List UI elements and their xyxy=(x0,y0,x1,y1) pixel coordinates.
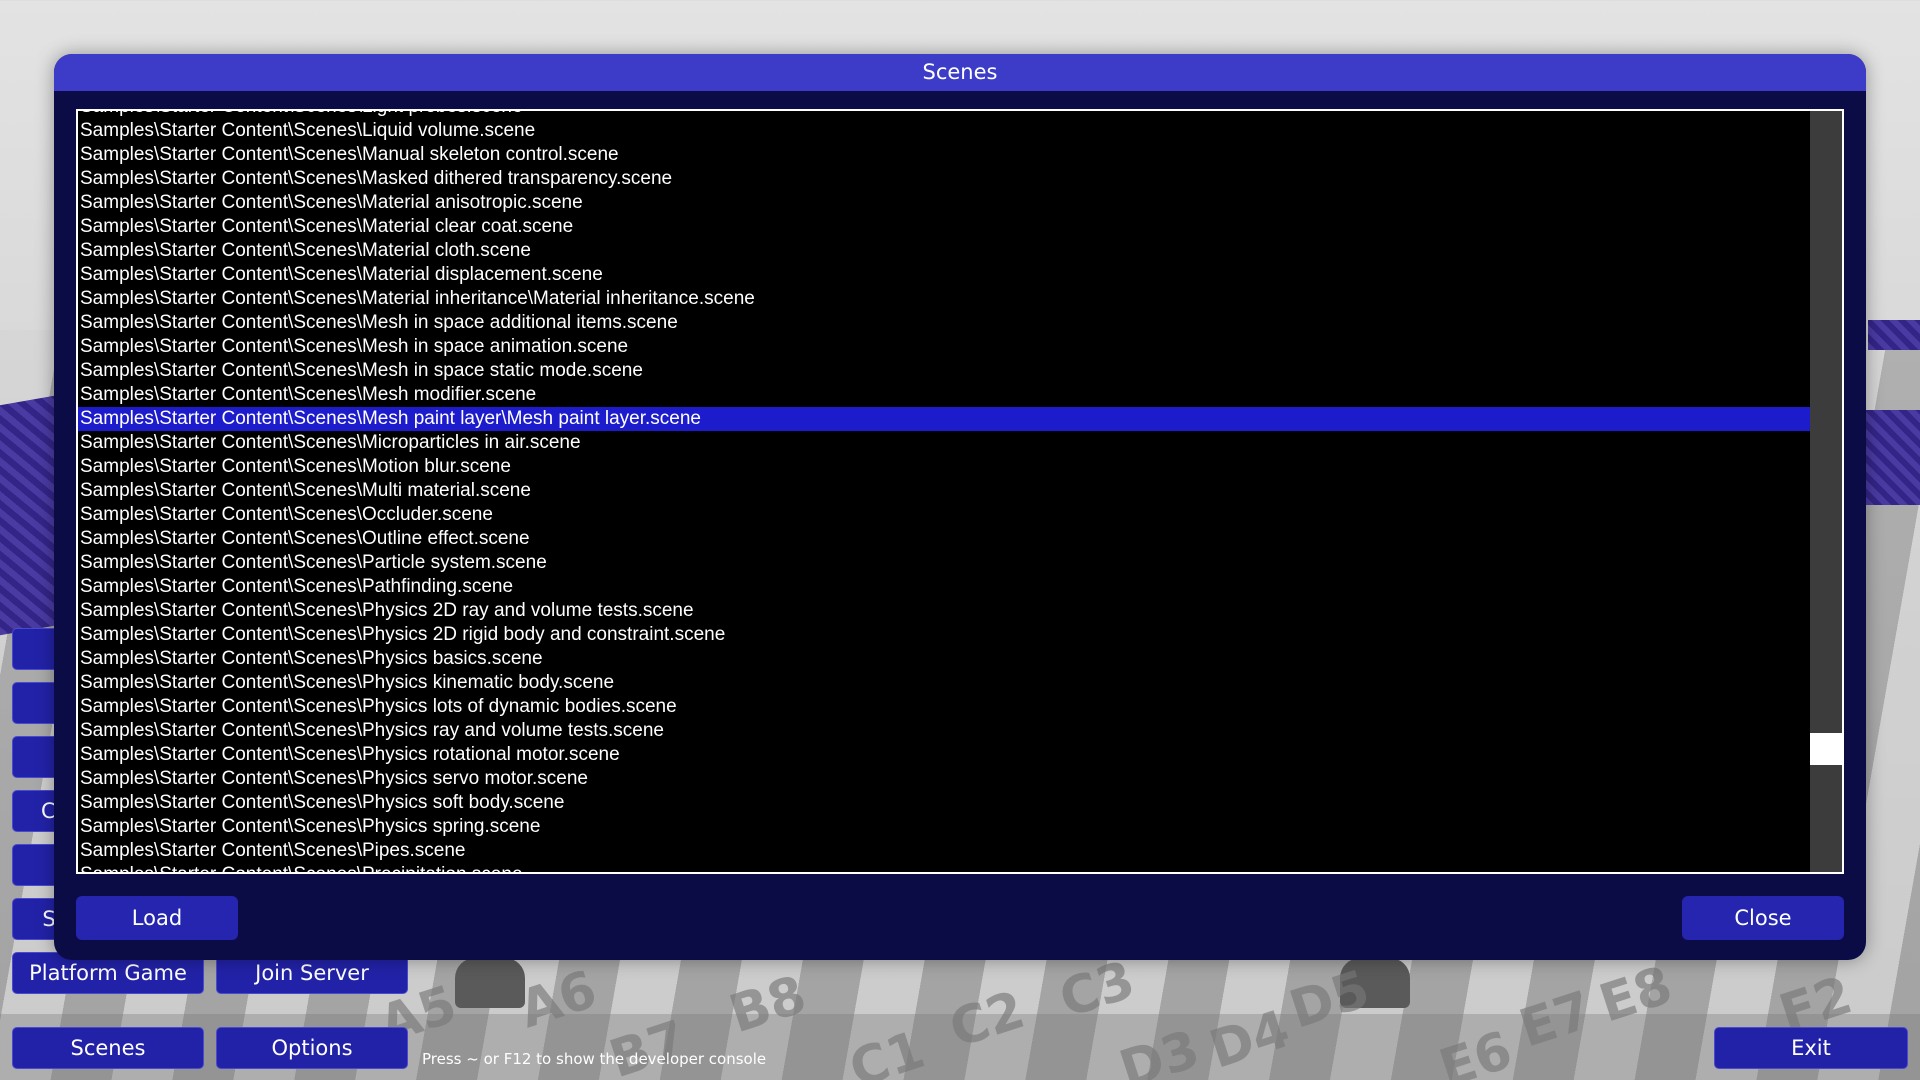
scene-list-item[interactable]: Samples\Starter Content\Scenes\Multi mat… xyxy=(78,479,1810,503)
dialog-title: Scenes xyxy=(54,54,1866,91)
scene-list-item[interactable]: Samples\Starter Content\Scenes\Mesh pain… xyxy=(78,407,1810,431)
scene-list-item[interactable]: Samples\Starter Content\Scenes\Physics 2… xyxy=(78,623,1810,647)
scene-list-item[interactable]: Samples\Starter Content\Scenes\Mesh in s… xyxy=(78,311,1810,335)
scene-list-item[interactable]: Samples\Starter Content\Scenes\Material … xyxy=(78,215,1810,239)
scene-list-item[interactable]: Samples\Starter Content\Scenes\Pathfindi… xyxy=(78,575,1810,599)
scene-list-item[interactable]: Samples\Starter Content\Scenes\Light pro… xyxy=(78,111,1810,119)
scene-list-item[interactable]: Samples\Starter Content\Scenes\Physics s… xyxy=(78,815,1810,839)
purple-block-right-top xyxy=(1868,320,1920,350)
scene-list-item[interactable]: Samples\Starter Content\Scenes\Physics r… xyxy=(78,719,1810,743)
exit-button[interactable]: Exit xyxy=(1714,1027,1908,1069)
scene-list-item[interactable]: Samples\Starter Content\Scenes\Particle … xyxy=(78,551,1810,575)
scene-list-item[interactable]: Samples\Starter Content\Scenes\Physics k… xyxy=(78,671,1810,695)
scene-list-item[interactable]: Samples\Starter Content\Scenes\Mesh in s… xyxy=(78,359,1810,383)
scenes-button[interactable]: Scenes xyxy=(12,1027,204,1069)
scene-list-item[interactable]: Samples\Starter Content\Scenes\Material … xyxy=(78,191,1810,215)
close-button[interactable]: Close xyxy=(1682,896,1844,940)
developer-console-hint: Press ~ or F12 to show the developer con… xyxy=(422,1050,767,1068)
scene-list-item[interactable]: Samples\Starter Content\Scenes\Pipes.sce… xyxy=(78,839,1810,863)
scene-list-item[interactable]: Samples\Starter Content\Scenes\Physics s… xyxy=(78,767,1810,791)
options-button[interactable]: Options xyxy=(216,1027,408,1069)
scene-list-item[interactable]: Samples\Starter Content\Scenes\Material … xyxy=(78,287,1810,311)
scene-list-item[interactable]: Samples\Starter Content\Scenes\Manual sk… xyxy=(78,143,1810,167)
purple-block-right xyxy=(1866,410,1920,505)
scene-list-item[interactable]: Samples\Starter Content\Scenes\Motion bl… xyxy=(78,455,1810,479)
scene-list-item[interactable]: Samples\Starter Content\Scenes\Mesh modi… xyxy=(78,383,1810,407)
scene-list-item[interactable]: Samples\Starter Content\Scenes\Physics 2… xyxy=(78,599,1810,623)
scene-list-item[interactable]: Samples\Starter Content\Scenes\Masked di… xyxy=(78,167,1810,191)
scene-list-item[interactable]: Samples\Starter Content\Scenes\Physics r… xyxy=(78,743,1810,767)
scene-list-item[interactable]: Samples\Starter Content\Scenes\Liquid vo… xyxy=(78,119,1810,143)
scene-list-item[interactable]: Samples\Starter Content\Scenes\Material … xyxy=(78,263,1810,287)
scene-list-items: Samples\Starter Content\Scenes\Light pro… xyxy=(78,111,1810,872)
purple-block-left xyxy=(0,394,60,636)
scene-list-item[interactable]: Samples\Starter Content\Scenes\Occluder.… xyxy=(78,503,1810,527)
scene-list-item[interactable]: Samples\Starter Content\Scenes\Physics l… xyxy=(78,695,1810,719)
scene-list-item[interactable]: Samples\Starter Content\Scenes\Material … xyxy=(78,239,1810,263)
scene-list-item[interactable]: Samples\Starter Content\Scenes\Physics s… xyxy=(78,791,1810,815)
scene-list-item[interactable]: Samples\Starter Content\Scenes\Mesh in s… xyxy=(78,335,1810,359)
scrollbar[interactable] xyxy=(1810,111,1842,872)
scene-list[interactable]: Samples\Starter Content\Scenes\Light pro… xyxy=(76,109,1844,874)
scene-list-item[interactable]: Samples\Starter Content\Scenes\Outline e… xyxy=(78,527,1810,551)
scrollbar-thumb[interactable] xyxy=(1810,733,1842,765)
scene-list-item[interactable]: Samples\Starter Content\Scenes\Micropart… xyxy=(78,431,1810,455)
scene-list-item[interactable]: Samples\Starter Content\Scenes\Precipita… xyxy=(78,863,1810,872)
load-button[interactable]: Load xyxy=(76,896,238,940)
scene-list-item[interactable]: Samples\Starter Content\Scenes\Physics b… xyxy=(78,647,1810,671)
scenes-dialog: Scenes Samples\Starter Content\Scenes\Li… xyxy=(54,54,1866,960)
